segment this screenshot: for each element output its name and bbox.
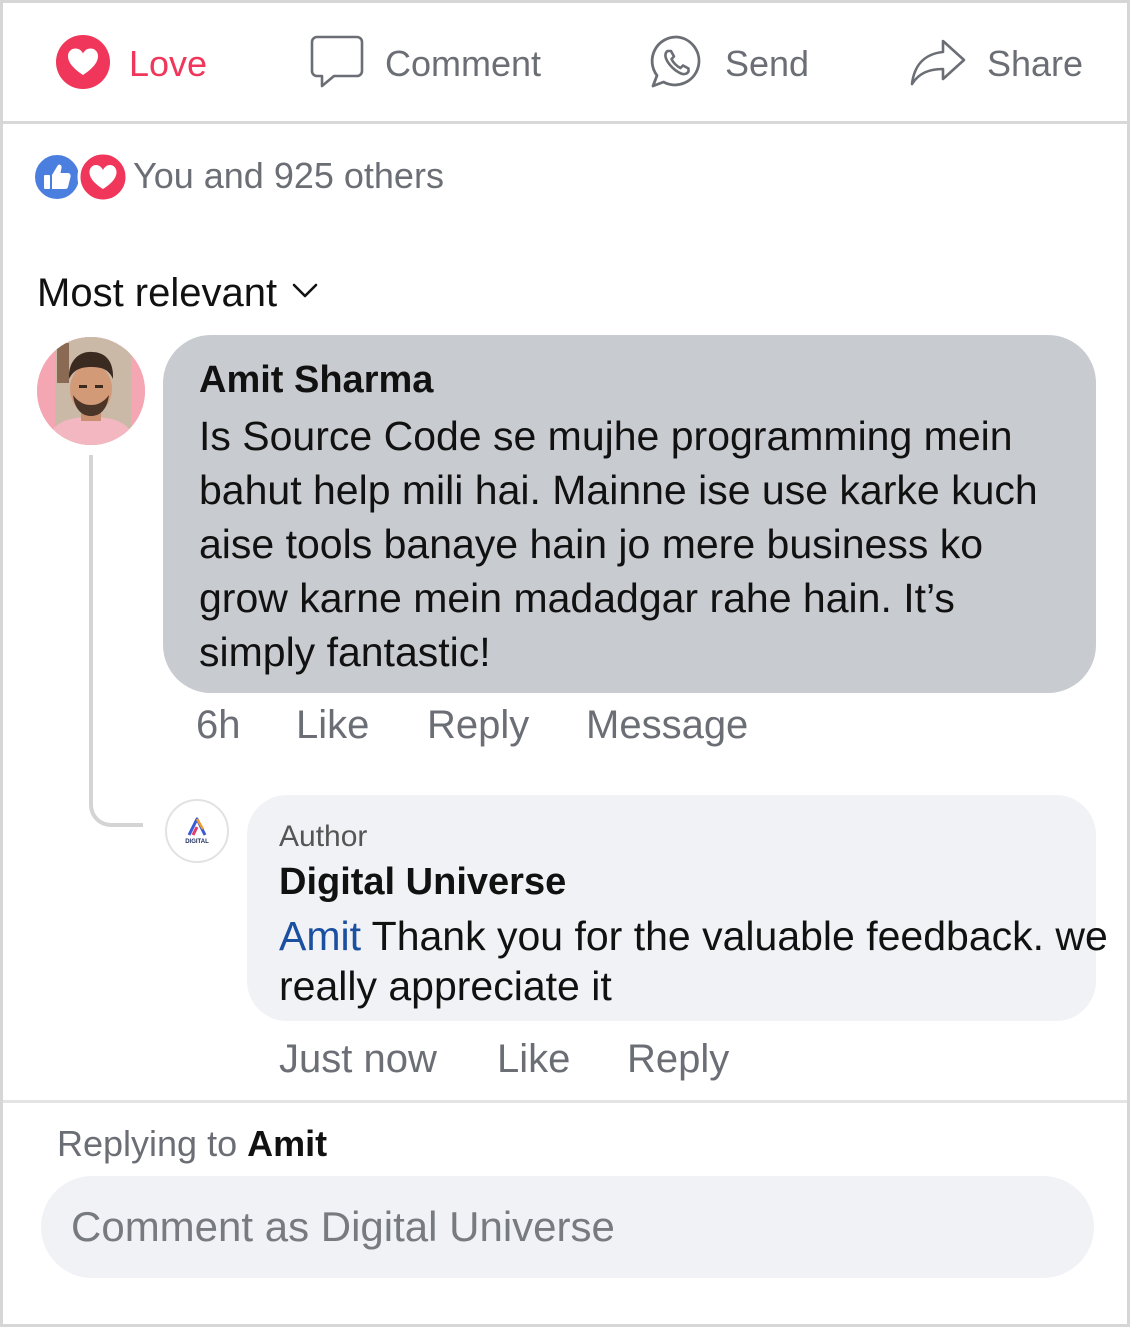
comment-bubble: Amit Sharma Is Source Code se mujhe prog… [163,335,1096,693]
page-avatar[interactable]: DIGITAL [165,799,229,863]
comment-button[interactable]: Comment [309,33,541,95]
post-action-bar: Love Comment Send Share [3,3,1127,124]
share-button[interactable]: Share [909,33,1083,95]
user-photo-icon [37,337,145,445]
reply-thread-line [89,455,143,827]
comment-actions: 6h Like Reply Message [196,703,748,748]
comment-text: Is Source Code se mujhe programming mein… [199,413,1038,675]
comment-message-link[interactable]: Message [586,703,748,748]
sort-dropdown[interactable]: Most relevant [37,271,319,316]
reply-author[interactable]: Digital Universe [279,859,1096,905]
heart-reaction-icon [77,151,129,208]
reply-bubble: Author Digital Universe Amit Thank you f… [247,795,1108,1021]
reply-timestamp[interactable]: Just now [279,1037,497,1082]
mention-link[interactable]: Amit [279,913,361,959]
replying-name: Amit [247,1123,328,1164]
reaction-summary[interactable]: You and 925 others [33,151,444,203]
send-button[interactable]: Send [649,33,809,95]
comment-input[interactable] [41,1176,1094,1278]
send-label: Send [725,43,810,84]
comment-author[interactable]: Amit Sharma [199,357,1060,403]
speech-bubble-icon [309,33,365,96]
comment-panel: Love Comment Send Share You and 925 othe… [0,0,1130,1327]
sort-label: Most relevant [37,271,278,315]
whatsapp-icon [649,34,705,95]
avatar[interactable] [37,337,145,445]
composer-divider [3,1100,1127,1103]
logo-text: DIGITAL [185,839,209,845]
thumbs-up-icon [33,153,81,206]
share-label: Share [987,43,1084,84]
reaction-count: You and 925 others [133,155,444,196]
comment-timestamp[interactable]: 6h [196,703,296,748]
reply-reply-link[interactable]: Reply [627,1037,729,1082]
chevron-down-icon [277,282,319,305]
love-label: Love [129,43,208,84]
share-arrow-icon [909,37,967,92]
reaction-icons [33,151,129,203]
replying-prefix: Replying to [57,1123,248,1164]
author-badge: Author [279,820,368,853]
comment-label: Comment [385,43,542,84]
reply-like-link[interactable]: Like [497,1037,627,1082]
reply-message: Thank you for the valuable feedback. we … [279,913,1108,1009]
reply-text: Amit Thank you for the valuable feedback… [279,911,1109,1011]
comment-like-link[interactable]: Like [296,703,427,748]
heart-icon [55,34,111,95]
replying-to-label: Replying to Amit [57,1123,327,1165]
digital-universe-logo-icon: DIGITAL [185,817,209,845]
reply-actions: Just now Like Reply [279,1037,729,1082]
love-button[interactable]: Love [55,33,207,95]
comment-reply-link[interactable]: Reply [427,703,586,748]
